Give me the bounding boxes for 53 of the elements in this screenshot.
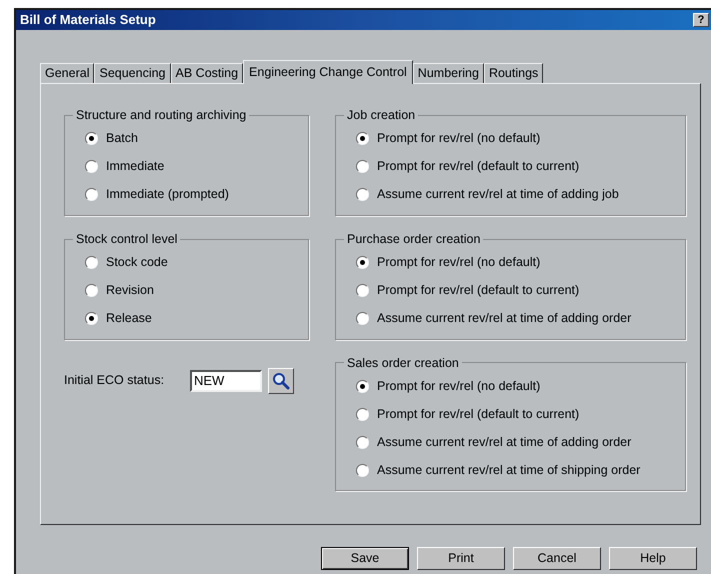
radio-label: Assume current rev/rel at time of shipping order	[377, 462, 640, 479]
group-title: Job creation	[346, 107, 416, 124]
radio-button[interactable]	[356, 188, 369, 202]
dialog-button[interactable]: Cancel	[513, 547, 601, 570]
search-icon	[272, 372, 290, 390]
radio-label: Prompt for rev/rel (default to current)	[377, 158, 580, 176]
tab[interactable]: General	[40, 63, 94, 83]
eco-status-field[interactable]: NEW	[190, 370, 262, 392]
radio-button[interactable]	[356, 436, 369, 449]
radio-label: Prompt for rev/rel (no default)	[377, 130, 540, 148]
tab[interactable]: Sequencing	[94, 63, 171, 83]
search-button[interactable]	[268, 368, 294, 394]
help-button[interactable]: ?	[693, 13, 709, 27]
window-title: Bill of Materials Setup	[20, 11, 156, 30]
radio-button[interactable]	[356, 380, 369, 393]
radio-label: Release	[106, 310, 152, 328]
group-title: Sales order creation	[346, 354, 460, 372]
field-label: Initial ECO status:	[64, 372, 166, 390]
radio-label: Prompt for rev/rel (no default)	[377, 378, 540, 395]
tab[interactable]: Routings	[484, 63, 544, 83]
radio-button[interactable]	[85, 188, 98, 202]
radio-button[interactable]	[356, 464, 369, 477]
dialog-button[interactable]: Save	[321, 547, 409, 570]
radio-button[interactable]	[356, 132, 369, 146]
radio-button[interactable]	[356, 256, 369, 269]
tab[interactable]: AB Costing	[170, 63, 244, 83]
radio-button[interactable]	[85, 284, 98, 297]
radio-label: Revision	[106, 282, 154, 300]
tab[interactable]: Engineering Change Control	[243, 60, 413, 84]
radio-label: Assume current rev/rel at time of adding job	[377, 186, 619, 204]
radio-label: Batch	[106, 130, 138, 148]
radio-button[interactable]	[85, 160, 98, 174]
radio-button[interactable]	[356, 312, 369, 325]
radio-label: Immediate	[106, 158, 164, 176]
radio-button[interactable]	[356, 160, 369, 174]
radio-label: Stock code	[106, 254, 168, 272]
radio-label: Assume current rev/rel at time of adding order	[377, 434, 632, 451]
radio-button[interactable]	[85, 132, 98, 146]
group-title: Structure and routing archiving	[75, 107, 248, 124]
group-title: Purchase order creation	[346, 230, 482, 248]
radio-button[interactable]	[356, 408, 369, 421]
radio-label: Immediate (prompted)	[106, 186, 229, 204]
radio-button[interactable]	[85, 312, 98, 325]
radio-button[interactable]	[85, 256, 98, 269]
radio-label: Prompt for rev/rel (no default)	[377, 254, 540, 272]
radio-label: Assume current rev/rel at time of adding order	[377, 310, 632, 328]
radio-button[interactable]	[356, 284, 369, 297]
radio-label: Prompt for rev/rel (default to current)	[377, 282, 580, 300]
dialog-button[interactable]: Help	[609, 547, 697, 570]
tab[interactable]: Numbering	[412, 63, 484, 83]
radio-label: Prompt for rev/rel (default to current)	[377, 406, 580, 423]
dialog-button[interactable]: Print	[417, 547, 505, 570]
group-title: Stock control level	[75, 230, 178, 248]
